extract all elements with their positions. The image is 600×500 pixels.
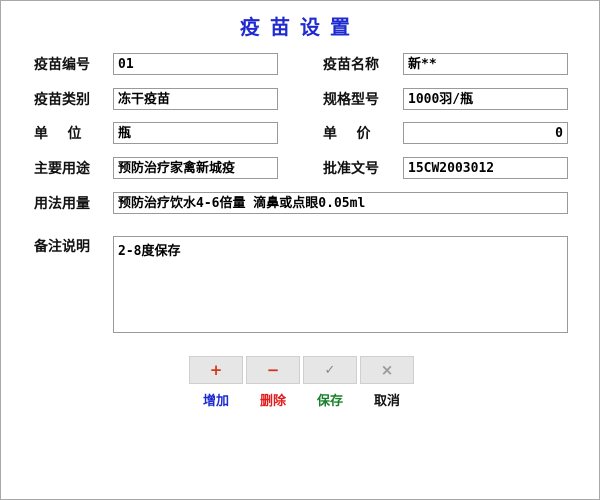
add-label: 增加: [202, 394, 229, 409]
delete-button[interactable]: −: [246, 356, 300, 384]
unit-field[interactable]: 瓶: [113, 122, 278, 144]
vaccine-category-field[interactable]: 冻干疫苗: [113, 88, 278, 110]
vaccine-category-label: 疫苗类别: [34, 92, 90, 108]
unit-label: 单 位: [34, 126, 82, 142]
add-button[interactable]: +: [189, 356, 243, 384]
delete-label: 删除: [259, 394, 286, 409]
check-icon: ✓: [324, 362, 336, 378]
vaccine-code-field[interactable]: 01: [113, 53, 278, 75]
vaccine-name-label: 疫苗名称: [323, 57, 379, 73]
remark-textarea[interactable]: 2-8度保存: [113, 236, 568, 333]
vaccine-name-field[interactable]: 新**: [403, 53, 568, 75]
remark-label: 备注说明: [34, 239, 90, 255]
save-label: 保存: [316, 394, 343, 409]
cancel-button[interactable]: ×: [360, 356, 414, 384]
main-purpose-label: 主要用途: [34, 161, 90, 177]
vaccine-code-label: 疫苗编号: [34, 57, 90, 73]
page-title: 疫苗设置: [240, 15, 360, 39]
spec-model-label: 规格型号: [323, 92, 379, 108]
main-purpose-field[interactable]: 预防治疗家禽新城疫: [113, 157, 278, 179]
unit-price-field[interactable]: 0: [403, 122, 568, 144]
cancel-label: 取消: [373, 394, 400, 409]
plus-icon: +: [209, 360, 223, 379]
usage-dosage-label: 用法用量: [34, 196, 90, 212]
vaccine-settings-window: 疫苗设置 疫苗编号 01 疫苗名称 新** 疫苗类别 冻干疫苗 规格型号 100…: [0, 0, 600, 500]
minus-icon: −: [266, 360, 280, 379]
save-button[interactable]: ✓: [303, 356, 357, 384]
x-icon: ×: [380, 360, 394, 379]
unit-price-label: 单 价: [323, 126, 371, 142]
approval-number-label: 批准文号: [323, 161, 379, 177]
spec-model-field[interactable]: 1000羽/瓶: [403, 88, 568, 110]
usage-dosage-field[interactable]: 预防治疗饮水4-6倍量 滴鼻或点眼0.05ml: [113, 192, 568, 214]
approval-number-field[interactable]: 15CW2003012: [403, 157, 568, 179]
